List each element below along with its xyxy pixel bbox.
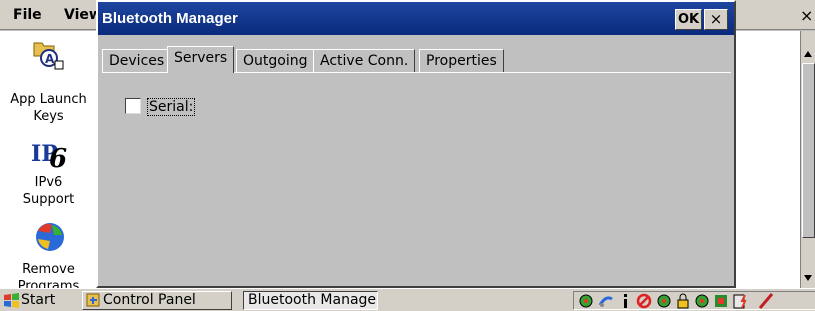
flag-icon[interactable]: [713, 293, 729, 309]
tab-properties[interactable]: Properties: [419, 49, 504, 72]
network-icon[interactable]: [578, 293, 594, 309]
svg-text:6: 6: [49, 144, 67, 171]
tab-servers[interactable]: Servers: [167, 46, 235, 73]
tab-active-conn[interactable]: Active Conn.: [313, 49, 416, 72]
windows-flag-icon: [4, 293, 19, 308]
cp-item-label: Support: [22, 192, 75, 207]
taskbar: Start Control Panel Bluetooth Manager: [0, 288, 815, 311]
bluetooth-manager-dialog: Bluetooth Manager OK × Devices Servers O…: [96, 0, 736, 288]
task-label: Bluetooth Manager: [248, 292, 378, 308]
menu-file[interactable]: File: [13, 7, 42, 23]
cp-item-label: Keys: [33, 109, 64, 124]
cp-item-label: Remove: [22, 262, 75, 277]
menu-file-label: File: [13, 7, 42, 23]
menu-view[interactable]: View: [64, 7, 96, 23]
cp-item-label: Programs: [17, 279, 80, 288]
cp-item-label: IPv6: [34, 175, 63, 190]
cp-item-app-launch-keys[interactable]: App Launch Keys: [0, 91, 97, 125]
serial-label[interactable]: Serial:: [147, 98, 196, 116]
pen-icon[interactable]: [758, 293, 774, 309]
background-content-area: [735, 31, 800, 288]
network-icon[interactable]: [656, 293, 672, 309]
system-tray: [573, 291, 815, 310]
info-icon[interactable]: [618, 293, 634, 309]
remove-programs-icon: [36, 223, 64, 251]
no-signal-icon[interactable]: [636, 293, 652, 309]
close-button[interactable]: ×: [704, 9, 728, 30]
app-launch-keys-icon: A: [33, 42, 64, 70]
ok-button[interactable]: OK: [675, 9, 702, 30]
control-panel-icon: [86, 293, 100, 307]
task-bluetooth-manager[interactable]: Bluetooth Manager: [243, 291, 378, 310]
battery-icon[interactable]: [732, 293, 748, 309]
connection-icon[interactable]: [598, 293, 614, 309]
start-label: Start: [21, 292, 56, 308]
task-control-panel[interactable]: Control Panel: [82, 291, 232, 310]
network-icon[interactable]: [694, 293, 710, 309]
lock-icon[interactable]: [675, 293, 691, 309]
start-button[interactable]: Start: [2, 291, 55, 310]
cp-item-ipv6-support[interactable]: IPv6 Support: [0, 174, 97, 208]
task-label: Control Panel: [103, 292, 196, 308]
serial-checkbox[interactable]: [125, 98, 141, 114]
tab-outgoing[interactable]: Outgoing: [236, 49, 315, 72]
vertical-scrollbar[interactable]: [800, 31, 815, 288]
menu-view-label: View: [64, 7, 96, 23]
scroll-up-icon[interactable]: [804, 51, 812, 57]
dialog-title: Bluetooth Manager: [102, 10, 238, 27]
scroll-thumb[interactable]: [802, 63, 815, 238]
tab-devices[interactable]: Devices: [102, 49, 172, 72]
cp-item-remove-programs[interactable]: Remove Programs: [0, 261, 97, 288]
ipv6-icon: IP 6: [31, 141, 67, 171]
dialog-titlebar[interactable]: Bluetooth Manager OK ×: [98, 2, 734, 35]
background-close-button[interactable]: ×: [800, 6, 813, 25]
cp-item-label: App Launch: [10, 92, 87, 107]
control-panel-list: A App Launch Keys IP 6 IPv6 Support Remo…: [0, 31, 97, 288]
scroll-down-icon[interactable]: [804, 275, 812, 281]
svg-text:A: A: [45, 52, 55, 66]
